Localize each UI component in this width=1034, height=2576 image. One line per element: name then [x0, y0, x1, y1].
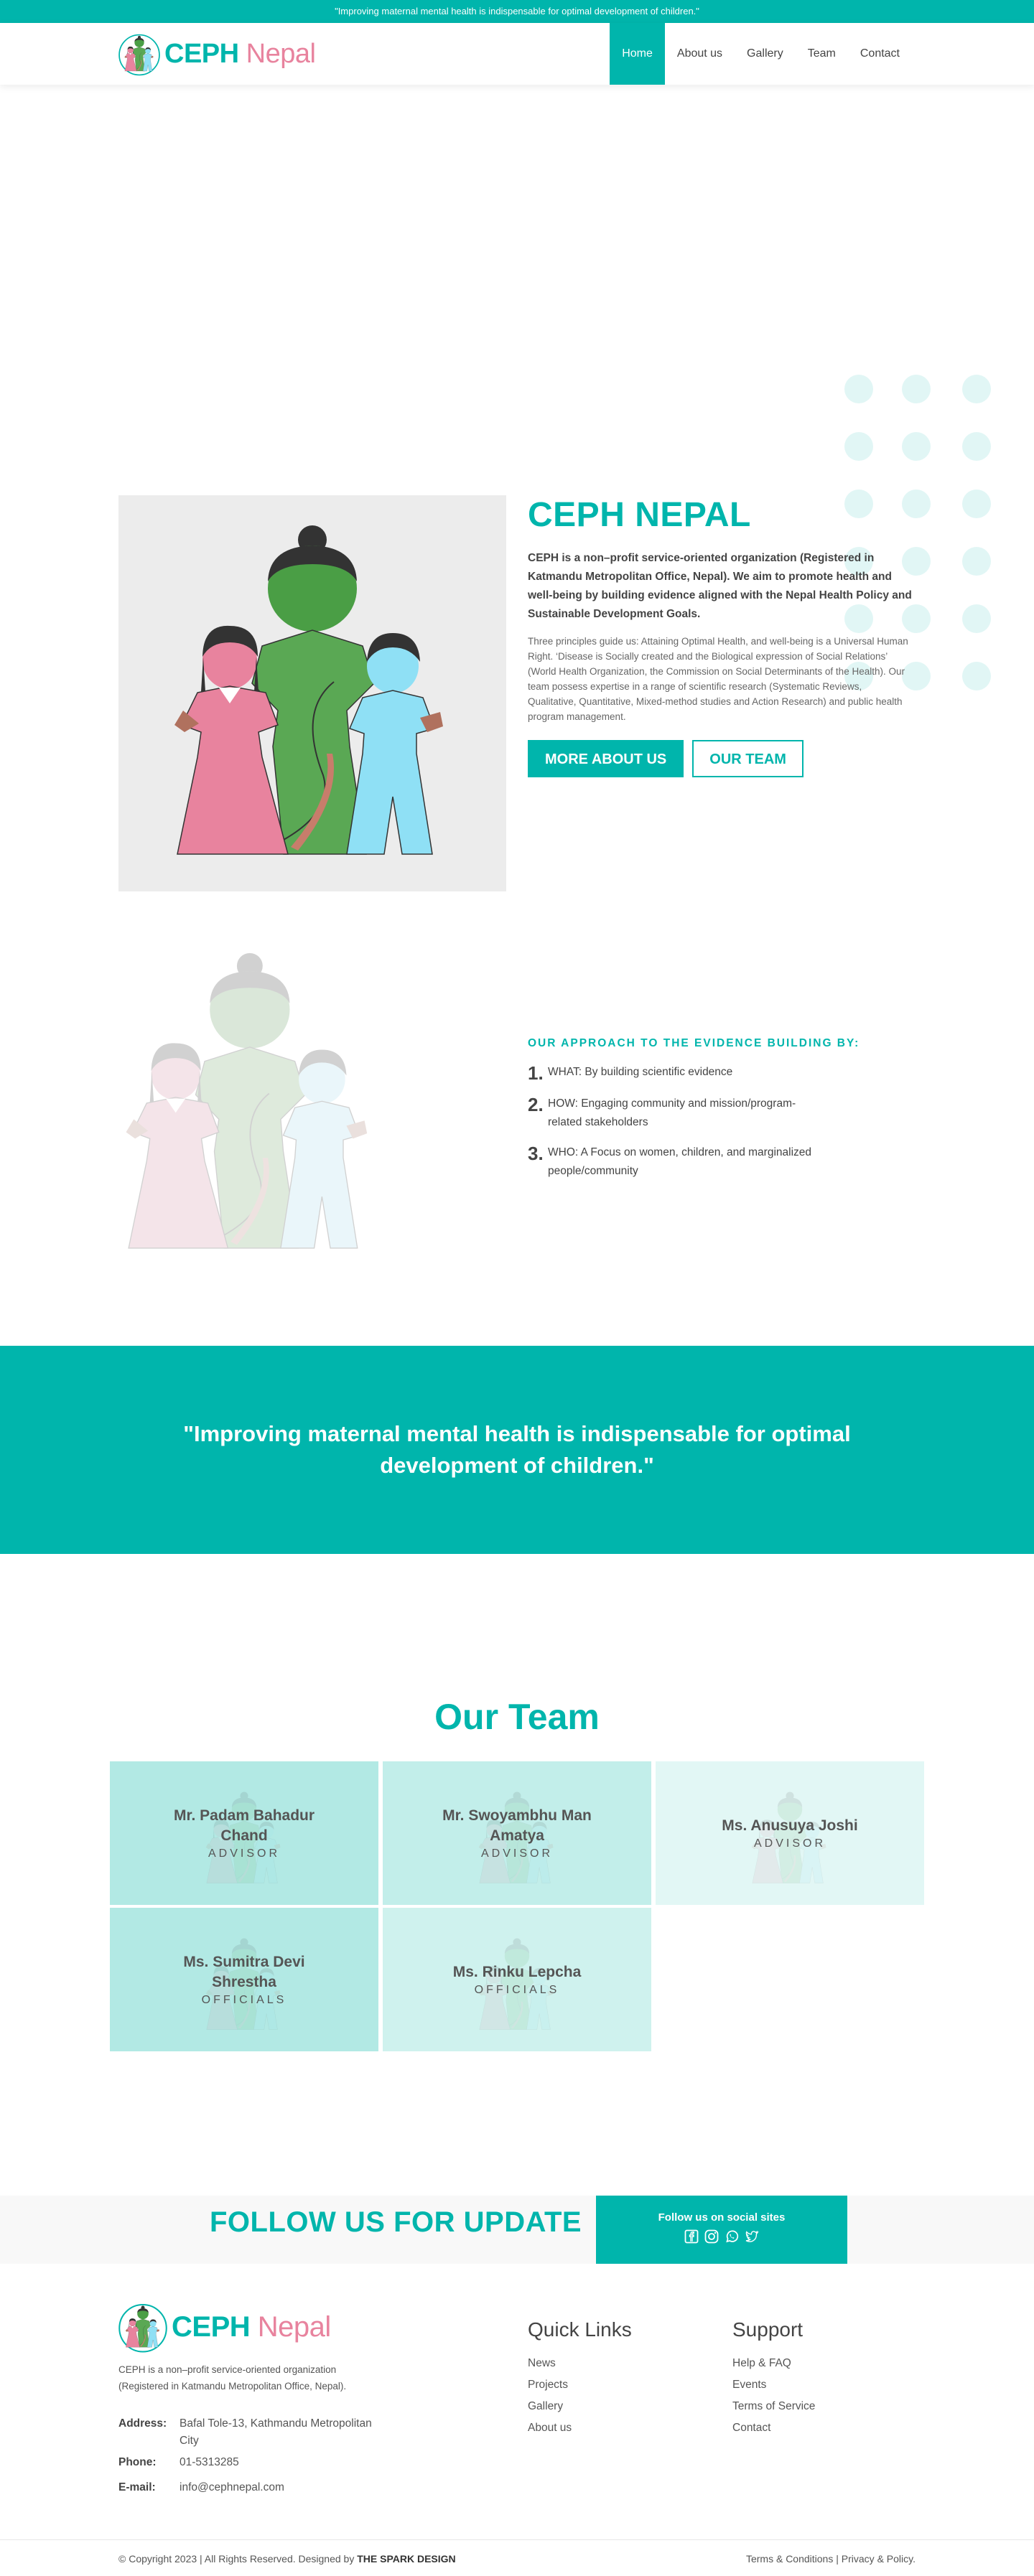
approach-background-illustration: [93, 922, 467, 1346]
footer-link-terms[interactable]: Terms of Service: [732, 2400, 815, 2413]
about-title: CEPH NEPAL: [528, 496, 751, 534]
main-nav: Home About us Gallery Team Contact: [610, 23, 912, 85]
quote-banner: "Improving maternal mental health is ind…: [0, 1346, 1034, 1554]
facebook-icon[interactable]: [684, 2229, 699, 2244]
terms-link[interactable]: Terms & Conditions: [746, 2553, 833, 2565]
footer-link-help[interactable]: Help & FAQ: [732, 2357, 815, 2370]
nav-contact[interactable]: Contact: [848, 23, 912, 85]
three-women-logo-icon: [118, 34, 160, 76]
instagram-icon[interactable]: [704, 2229, 719, 2244]
team-member-name: Mr. Padam Bahadur Chand: [173, 1807, 315, 1844]
privacy-link[interactable]: Privacy & Policy.: [842, 2553, 916, 2565]
approach-item: 2. HOW: Engaging community and mission/pr…: [528, 1094, 796, 1128]
follow-title: FOLLOW US FOR UPDATE: [210, 2206, 582, 2238]
support-links: Support Help & FAQ Events Terms of Servi…: [732, 2318, 815, 2443]
team-member-role: OFFICIALS: [474, 1984, 560, 1996]
designer-link[interactable]: THE SPARK DESIGN: [357, 2553, 455, 2565]
whatsapp-icon[interactable]: [725, 2229, 739, 2244]
footer-phone: Phone: 01-5313285: [118, 2456, 239, 2468]
copyright-bar: © Copyright 2023 | All Rights Reserved. …: [0, 2539, 1034, 2576]
team-card[interactable]: Mr. Padam Bahadur Chand ADVISOR: [110, 1761, 378, 1905]
team-card[interactable]: Mr. Swoyambhu Man Amatya ADVISOR: [383, 1761, 651, 1905]
our-team-button[interactable]: OUR TEAM: [692, 740, 804, 777]
social-box: Follow us on social sites: [596, 2196, 847, 2264]
nav-home[interactable]: Home: [610, 23, 665, 85]
site-logo[interactable]: CEPH Nepal: [118, 30, 316, 78]
footer-description: CEPH is a non–profit service-oriented or…: [118, 2364, 347, 2392]
copyright-text: © Copyright 2023 | All Rights Reserved. …: [118, 2553, 355, 2565]
team-member-role: ADVISOR: [208, 1847, 280, 1860]
site-header: CEPH Nepal Home About us Gallery Team Co…: [0, 23, 1034, 85]
footer-logo-text: CEPH Nepal: [172, 2310, 331, 2343]
announcement-text: "Improving maternal mental health is ind…: [335, 6, 699, 17]
team-card[interactable]: Ms. Rinku Lepcha OFFICIALS: [383, 1908, 651, 2051]
about-section: CEPH NEPAL CEPH is a non–profit service-…: [528, 495, 912, 777]
team-member-name: Mr. Swoyambhu Man Amatya: [442, 1807, 592, 1844]
approach-item: 3. WHO: A Focus on women, children, and m…: [528, 1143, 812, 1177]
support-title: Support: [732, 2318, 804, 2341]
footer-link-events[interactable]: Events: [732, 2379, 815, 2392]
footer-address: Address: Bafal Tole-13, Kathmandu Metropo…: [118, 2417, 372, 2447]
nav-about-us[interactable]: About us: [665, 23, 735, 85]
footer-link-contact[interactable]: Contact: [732, 2422, 815, 2435]
team-member-name: Ms. Rinku Lepcha: [452, 1964, 582, 1980]
approach-section: OUR APPROACH TO THE EVIDENCE BUILDING BY…: [528, 1037, 901, 1192]
quick-links: Quick Links News Projects Gallery About …: [528, 2318, 632, 2443]
approach-title: OUR APPROACH TO THE EVIDENCE BUILDING BY…: [528, 1037, 860, 1049]
footer-link-projects[interactable]: Projects: [528, 2379, 632, 2392]
team-title: Our Team: [434, 1697, 600, 1737]
twitter-icon[interactable]: [745, 2229, 759, 2244]
team-member-name: Ms. Anusuya Joshi: [722, 1817, 858, 1834]
footer-link-gallery[interactable]: Gallery: [528, 2400, 632, 2413]
quote-text: "Improving maternal mental health is ind…: [183, 1421, 851, 1478]
quick-links-title: Quick Links: [528, 2318, 632, 2341]
footer-logo[interactable]: CEPH Nepal: [118, 2300, 331, 2353]
team-card[interactable]: Ms. Anusuya Joshi ADVISOR: [656, 1761, 924, 1905]
announcement-bar: "Improving maternal mental health is ind…: [0, 0, 1034, 23]
social-box-title: Follow us on social sites: [658, 2211, 786, 2224]
more-about-us-button[interactable]: MORE ABOUT US: [528, 740, 684, 777]
footer-email: E-mail: info@cephnepal.com: [118, 2481, 284, 2493]
footer-link-about-us[interactable]: About us: [528, 2422, 632, 2435]
three-women-logo-icon: [118, 2304, 167, 2353]
about-lead: CEPH is a non–profit service-oriented or…: [528, 552, 912, 620]
nav-gallery[interactable]: Gallery: [735, 23, 796, 85]
team-member-role: OFFICIALS: [201, 1994, 287, 2006]
team-member-name: Ms. Sumitra Devi Shrestha: [183, 1954, 305, 1990]
team-member-role: ADVISOR: [753, 1837, 826, 1850]
nav-team[interactable]: Team: [796, 23, 848, 85]
team-card[interactable]: Ms. Sumitra Devi Shrestha OFFICIALS: [110, 1908, 378, 2051]
about-description: Three principles guide us: Attaining Opt…: [528, 636, 908, 722]
about-illustration: [118, 495, 506, 891]
logo-text: CEPH Nepal: [164, 38, 316, 69]
approach-item: 1. WHAT: By building scientific evidence: [528, 1062, 733, 1084]
team-member-role: ADVISOR: [480, 1847, 553, 1860]
footer-link-news[interactable]: News: [528, 2357, 632, 2370]
